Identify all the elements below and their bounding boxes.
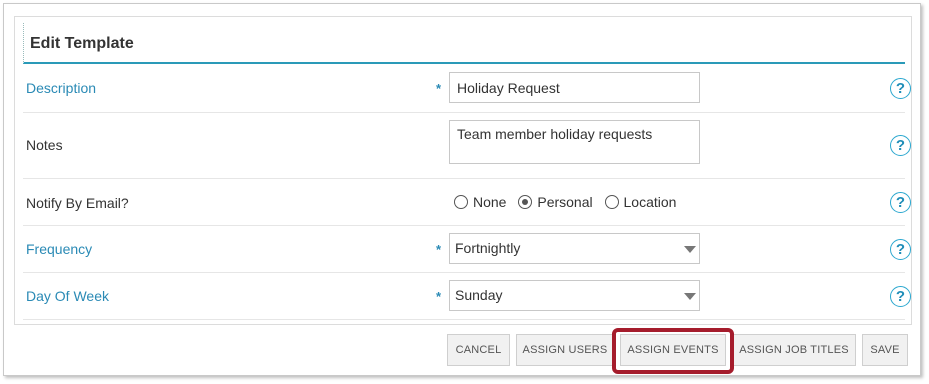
help-icon[interactable]: ? bbox=[890, 192, 911, 213]
save-button[interactable]: SAVE bbox=[862, 334, 908, 366]
description-row: Description * ? bbox=[23, 66, 911, 113]
assign-users-button[interactable]: ASSIGN USERS bbox=[516, 334, 614, 366]
radio-personal[interactable] bbox=[518, 195, 533, 209]
day-of-week-row: Day Of Week * Sunday ? bbox=[23, 273, 911, 320]
notes-label: Notes bbox=[26, 137, 63, 153]
assign-job-titles-button[interactable]: ASSIGN JOB TITLES bbox=[732, 334, 856, 366]
day-of-week-label: Day Of Week bbox=[26, 288, 109, 304]
radio-location-label: Location bbox=[623, 194, 677, 210]
description-input[interactable] bbox=[449, 72, 700, 103]
edit-template-window: Edit Template Description * ? Notes Team… bbox=[3, 3, 921, 376]
day-of-week-select[interactable]: Sunday bbox=[449, 280, 700, 311]
panel-title: Edit Template bbox=[23, 23, 905, 64]
notes-textarea[interactable]: Team member holiday requests bbox=[449, 120, 700, 164]
help-icon[interactable]: ? bbox=[890, 286, 911, 307]
help-icon[interactable]: ? bbox=[890, 135, 911, 156]
frequency-select[interactable]: Fortnightly bbox=[449, 233, 700, 264]
frequency-label: Frequency bbox=[26, 241, 93, 257]
notes-row: Notes Team member holiday requests ? bbox=[23, 113, 911, 179]
description-label: Description bbox=[26, 80, 97, 96]
frequency-row: Frequency * Fortnightly ? bbox=[23, 226, 911, 273]
radio-none[interactable] bbox=[454, 195, 468, 209]
radio-personal-label: Personal bbox=[537, 194, 593, 210]
highlight-box bbox=[612, 328, 734, 374]
required-marker: * bbox=[436, 81, 442, 96]
required-marker: * bbox=[436, 242, 442, 257]
edit-template-panel: Edit Template Description * ? Notes Team… bbox=[14, 16, 912, 325]
required-marker: * bbox=[436, 289, 442, 304]
radio-location[interactable] bbox=[604, 195, 619, 209]
notify-radio-group: None Personal Location bbox=[454, 194, 684, 210]
notify-row: Notify By Email? None Personal Location … bbox=[23, 179, 911, 226]
cancel-button[interactable]: CANCEL bbox=[447, 334, 510, 366]
radio-none-label: None bbox=[473, 194, 507, 210]
notify-label: Notify By Email? bbox=[26, 195, 129, 211]
help-icon[interactable]: ? bbox=[890, 78, 911, 99]
help-icon[interactable]: ? bbox=[890, 239, 911, 260]
